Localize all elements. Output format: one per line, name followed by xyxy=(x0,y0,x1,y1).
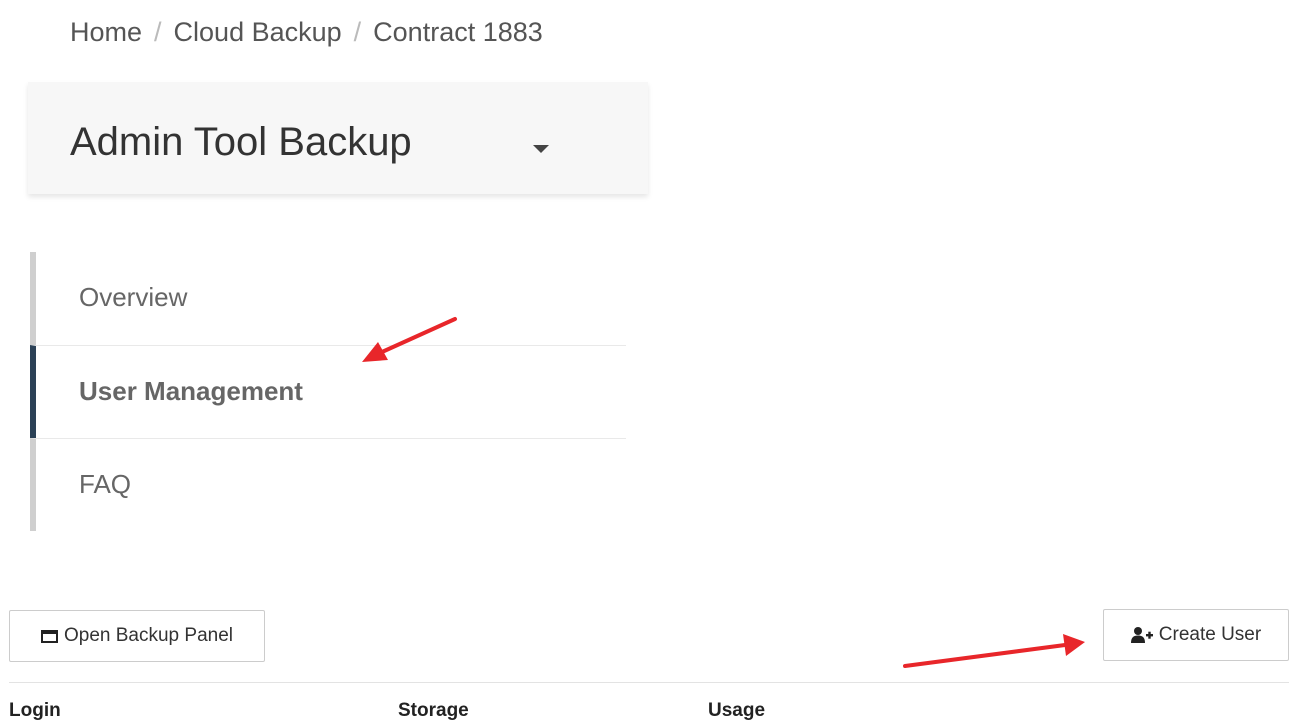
table-header-divider xyxy=(9,682,1289,683)
open-backup-panel-label: Open Backup Panel xyxy=(63,625,233,646)
user-plus-icon xyxy=(1130,627,1153,643)
nav-item-label: FAQ xyxy=(79,469,132,499)
breadcrumb-home[interactable]: Home xyxy=(70,17,142,47)
product-header[interactable]: Admin Tool Backup xyxy=(28,82,648,194)
nav-item-overview[interactable]: Overview xyxy=(30,252,626,345)
create-user-label: Create User xyxy=(1158,624,1262,645)
breadcrumb-separator: / xyxy=(353,17,362,47)
window-icon xyxy=(40,629,58,643)
column-header-storage[interactable]: Storage xyxy=(398,700,469,722)
caret-down-icon[interactable] xyxy=(533,145,549,153)
breadcrumb-contract: Contract 1883 xyxy=(373,17,543,47)
nav-item-label: Overview xyxy=(79,282,188,312)
breadcrumb-separator: / xyxy=(154,17,162,47)
nav-item-faq[interactable]: FAQ xyxy=(30,438,626,531)
column-header-usage[interactable]: Usage xyxy=(708,700,765,722)
breadcrumb: Home / Cloud Backup / Contract 1883 xyxy=(70,14,648,50)
page-title: Admin Tool Backup xyxy=(70,120,412,164)
side-nav: Overview User Management FAQ xyxy=(30,252,626,531)
nav-item-user-management[interactable]: User Management xyxy=(30,345,626,438)
nav-item-label: User Management xyxy=(79,376,303,406)
annotation-arrow-create-user xyxy=(903,634,1085,668)
open-backup-panel-button[interactable]: Open Backup Panel xyxy=(9,610,265,662)
create-user-button[interactable]: Create User xyxy=(1103,609,1289,661)
breadcrumb-cloud-backup[interactable]: Cloud Backup xyxy=(174,17,342,47)
column-header-login[interactable]: Login xyxy=(9,700,61,722)
